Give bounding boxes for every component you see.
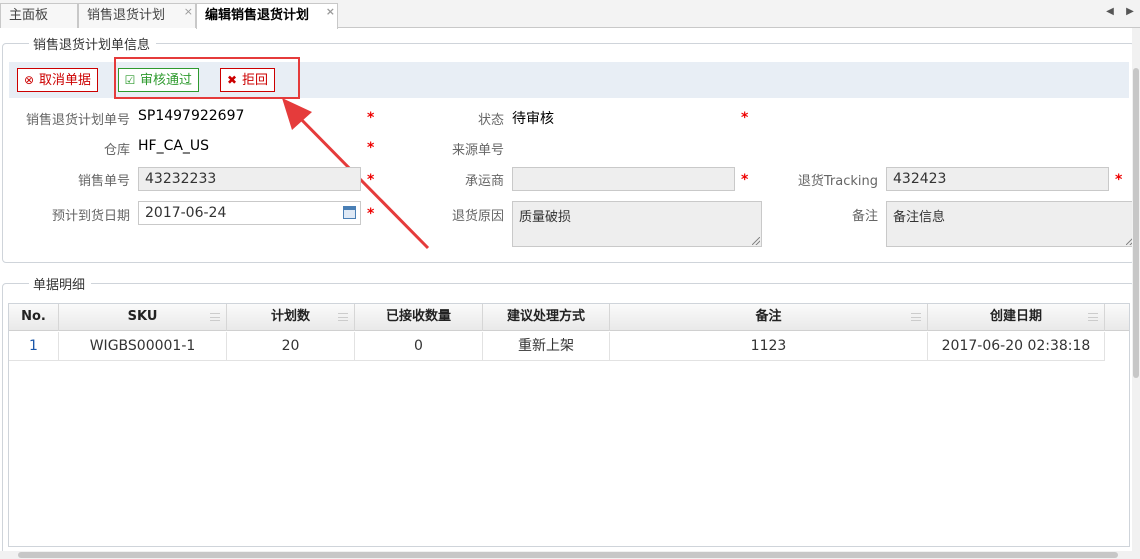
- vertical-scrollbar[interactable]: [1132, 28, 1140, 553]
- tracking-label: 退货Tracking: [797, 174, 878, 189]
- tab-label: 编辑销售退货计划: [205, 8, 310, 23]
- tab-label: 销售退货计划: [87, 8, 166, 23]
- col-header-label: 计划数: [270, 309, 310, 324]
- grid-header: No. SKU 计划数 已接收数量 建议处理方式 备注 创建日期: [9, 304, 1129, 331]
- required-mark: *: [367, 172, 375, 188]
- scroll-left-icon[interactable]: ◀: [1100, 0, 1120, 24]
- plan-no-value: SP1497922697: [138, 108, 245, 124]
- reason-textarea[interactable]: 质量破损: [512, 201, 762, 247]
- cell-handling: 重新上架: [483, 332, 610, 361]
- tracking-field[interactable]: 432423: [886, 167, 1109, 191]
- carrier-label: 承运商: [464, 174, 504, 189]
- horizontal-scrollbar[interactable]: [0, 551, 1140, 559]
- cell-created-date: 2017-06-20 02:38:18: [928, 332, 1105, 361]
- detail-grid: No. SKU 计划数 已接收数量 建议处理方式 备注 创建日期 1 WIGBS…: [8, 303, 1130, 547]
- cancel-label: 取消单据: [39, 73, 92, 88]
- col-header-label: SKU: [127, 309, 158, 324]
- required-mark: *: [741, 172, 749, 188]
- required-mark: *: [367, 206, 375, 222]
- table-row[interactable]: 1 WIGBS00001-1 20 0 重新上架 1123 2017-06-20…: [9, 332, 1105, 361]
- column-menu-icon[interactable]: [338, 313, 348, 321]
- cell-sku: WIGBS00001-1: [59, 332, 227, 361]
- carrier-field[interactable]: [512, 167, 735, 191]
- eta-date-field[interactable]: 2017-06-24: [138, 201, 361, 225]
- status-label: 状态: [477, 113, 504, 128]
- calendar-icon[interactable]: [343, 206, 356, 219]
- col-header-label: 备注: [755, 309, 782, 324]
- column-menu-icon[interactable]: [210, 313, 220, 321]
- required-mark: *: [367, 110, 375, 126]
- status-value: 待审核: [512, 111, 554, 127]
- col-header-sku[interactable]: SKU: [59, 304, 227, 331]
- sales-no-field[interactable]: 43232233: [138, 167, 361, 191]
- tab-main-panel[interactable]: 主面板: [0, 3, 78, 28]
- col-header-handling[interactable]: 建议处理方式: [483, 304, 610, 331]
- resize-handle-icon[interactable]: [752, 237, 760, 245]
- vertical-scroll-thumb[interactable]: [1133, 68, 1139, 378]
- plan-info-title: 销售退货计划单信息: [17, 34, 157, 53]
- scroll-right-icon[interactable]: ▶: [1120, 0, 1140, 24]
- column-menu-icon[interactable]: [1088, 313, 1098, 321]
- tab-bar: 主面板 销售退货计划 × 编辑销售退货计划 × ◀ ▶: [0, 0, 1140, 29]
- cancel-icon: ⊗: [23, 73, 35, 87]
- col-header-label: 创建日期: [989, 309, 1042, 324]
- col-header-no[interactable]: No.: [9, 304, 59, 331]
- cell-no: 1: [9, 332, 59, 361]
- reason-value: 质量破损: [519, 210, 572, 225]
- col-header-remark[interactable]: 备注: [610, 304, 928, 331]
- eta-date-label: 预计到货日期: [51, 209, 130, 224]
- tab-label: 主面板: [9, 8, 49, 23]
- horizontal-scroll-thumb[interactable]: [18, 552, 1118, 558]
- eta-date-value: 2017-06-24: [145, 205, 227, 221]
- warehouse-label: 仓库: [103, 143, 130, 158]
- col-header-label: 已接收数量: [385, 309, 451, 324]
- cancel-document-button[interactable]: ⊗ 取消单据: [17, 68, 99, 92]
- col-header-plan-qty[interactable]: 计划数: [227, 304, 355, 331]
- col-header-created-date[interactable]: 创建日期: [928, 304, 1105, 331]
- required-mark: *: [1115, 172, 1123, 188]
- cell-plan-qty: 20: [227, 332, 355, 361]
- tab-edit-sales-return-plan[interactable]: 编辑销售退货计划 ×: [196, 3, 338, 29]
- remark-textarea[interactable]: 备注信息: [886, 201, 1136, 247]
- column-menu-icon[interactable]: [911, 313, 921, 321]
- detail-title: 单据明细: [17, 274, 92, 293]
- source-no-label: 来源单号: [451, 143, 504, 158]
- close-icon[interactable]: ×: [326, 0, 335, 24]
- reason-label: 退货原因: [451, 209, 504, 224]
- cell-received-qty: 0: [355, 332, 483, 361]
- required-mark: *: [741, 110, 749, 126]
- col-header-received-qty[interactable]: 已接收数量: [355, 304, 483, 331]
- remark-value: 备注信息: [893, 210, 946, 225]
- plan-no-label: 销售退货计划单号: [25, 113, 130, 128]
- col-header-label: No.: [21, 309, 46, 324]
- sales-no-label: 销售单号: [77, 174, 130, 189]
- tab-sales-return-plan[interactable]: 销售退货计划 ×: [78, 3, 196, 28]
- close-icon[interactable]: ×: [184, 0, 193, 24]
- warehouse-value: HF_CA_US: [138, 138, 210, 154]
- cell-remark: 1123: [610, 332, 928, 361]
- col-header-label: 建议处理方式: [506, 309, 585, 324]
- required-mark: *: [367, 140, 375, 156]
- remark-label: 备注: [851, 209, 878, 224]
